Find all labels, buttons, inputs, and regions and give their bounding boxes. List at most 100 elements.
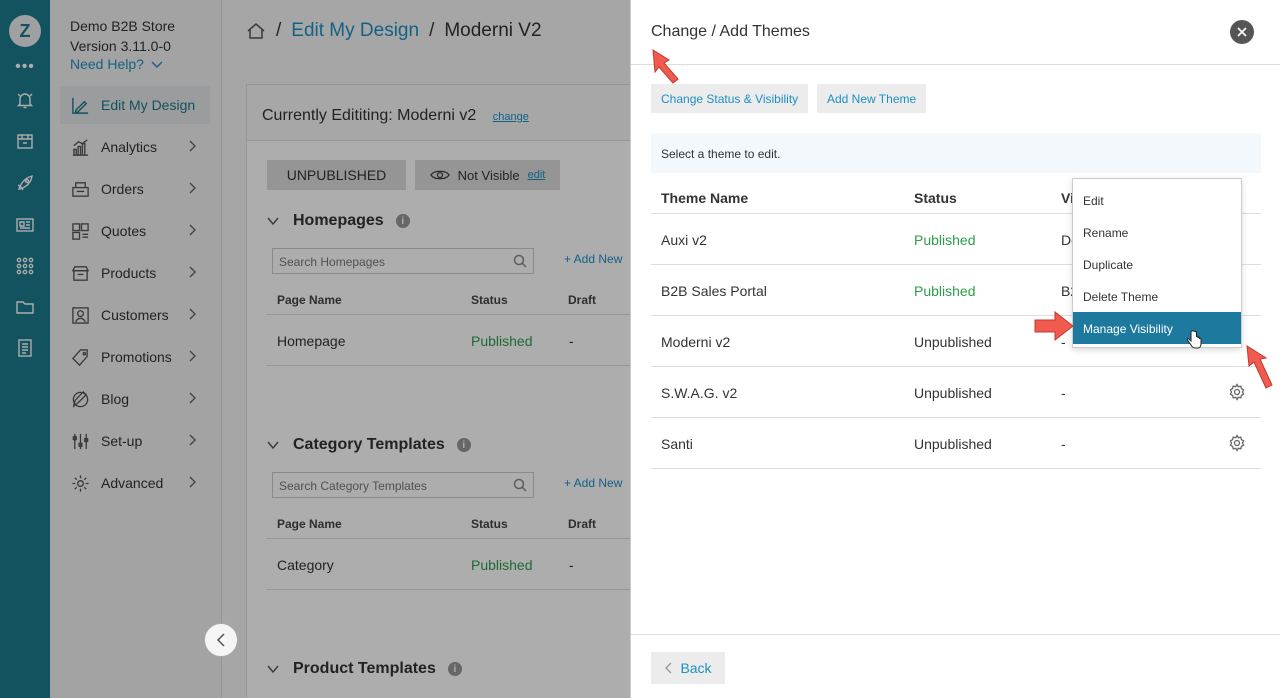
menu-item-edit[interactable]: Edit (1073, 184, 1241, 216)
section-title: Product Templates (293, 660, 436, 677)
orders-icon (70, 179, 90, 199)
add-category-template-link[interactable]: + Add New (564, 476, 622, 490)
status-badge: UNPUBLISHED (267, 160, 406, 190)
menu-item-rename[interactable]: Rename (1073, 216, 1241, 248)
sidebar-item-label: Set-up (101, 433, 143, 449)
select-theme-notice: Select a theme to edit. (651, 133, 1261, 173)
visibility-badge: Not Visible edit (415, 160, 560, 190)
gear-icon[interactable] (1228, 434, 1246, 452)
visibility-label: Not Visible (457, 167, 520, 183)
search-homepages-input[interactable]: Search Homepages (272, 248, 534, 274)
visibility-edit-link[interactable]: edit (528, 169, 546, 181)
sidebar-item-label: Orders (101, 181, 144, 197)
collapse-sidebar-button[interactable] (204, 623, 238, 657)
chevron-down-icon (151, 61, 163, 68)
sidebar-item-orders[interactable]: Orders (60, 170, 210, 208)
theme-context-menu: Edit Rename Duplicate Delete Theme Manag… (1072, 178, 1242, 348)
design-icon (70, 95, 90, 115)
sidebar-item-label: Quotes (101, 223, 147, 239)
panel-title: Change / Add Themes (631, 0, 1280, 65)
sidebar-item-label: Products (101, 265, 157, 281)
bell-icon[interactable] (15, 90, 35, 110)
change-theme-link[interactable]: change (493, 111, 529, 123)
icon-rail: Z ••• (0, 0, 50, 698)
store-icon[interactable] (15, 131, 35, 151)
home-icon[interactable] (246, 22, 266, 40)
sidebar-item-label: Promotions (101, 349, 172, 365)
add-homepage-link[interactable]: + Add New (564, 252, 622, 266)
breadcrumb-edit-my-design[interactable]: Edit My Design (291, 20, 419, 42)
menu-item-duplicate[interactable]: Duplicate (1073, 248, 1241, 280)
info-icon[interactable]: i (447, 662, 462, 676)
customers-icon (70, 305, 90, 325)
sidebar-item-label: Edit My Design (101, 97, 196, 113)
annotation-arrow-icon (1246, 345, 1273, 389)
chevron-right-icon (189, 476, 196, 488)
sidebar-item-advanced[interactable]: Advanced (60, 464, 210, 502)
quotes-icon (70, 221, 90, 241)
table-row[interactable]: Category Published - (267, 538, 667, 590)
apps-grid-icon[interactable] (15, 256, 35, 276)
document-icon[interactable] (15, 338, 35, 358)
menu-item-delete-theme[interactable]: Delete Theme (1073, 280, 1241, 312)
sidebar-item-setup[interactable]: Set-up (60, 422, 210, 460)
promotions-icon (70, 347, 90, 367)
column-status: Status (914, 190, 957, 206)
setup-icon (70, 431, 90, 451)
hand-cursor-icon (1186, 330, 1202, 349)
chevron-left-icon (665, 662, 672, 674)
sidebar-item-promotions[interactable]: Promotions (60, 338, 210, 376)
table-row[interactable]: Homepage Published - (267, 314, 667, 366)
sidebar-item-label: Analytics (101, 139, 158, 155)
annotation-arrow-icon (1034, 310, 1074, 342)
info-icon[interactable]: i (395, 214, 410, 228)
sidebar: Demo B2B Store Version 3.11.0-0 Need Hel… (50, 0, 222, 698)
chevron-right-icon (189, 350, 196, 362)
logo[interactable]: Z (9, 15, 41, 47)
sidebar-item-customers[interactable]: Customers (60, 296, 210, 334)
back-label: Back (680, 660, 712, 676)
more-dots-icon[interactable]: ••• (0, 58, 50, 76)
breadcrumb-current: Moderni V2 (444, 20, 542, 41)
chevron-right-icon (189, 434, 196, 446)
eye-icon (429, 170, 450, 180)
themes-panel: Change / Add Themes Change Status & Visi… (630, 0, 1280, 698)
analytics-icon (70, 137, 90, 157)
need-help-link[interactable]: Need Help? (70, 56, 163, 72)
menu-item-manage-visibility[interactable]: Manage Visibility (1073, 312, 1241, 344)
chevron-right-icon (189, 182, 196, 194)
folder-icon[interactable] (15, 297, 35, 317)
store-name: Demo B2B Store (70, 18, 176, 34)
newspaper-icon[interactable] (15, 215, 35, 235)
search-icon (513, 478, 527, 492)
sidebar-item-blog[interactable]: Blog (60, 380, 210, 418)
chevron-down-icon (267, 441, 279, 450)
theme-editor-card: Currently Edititing: Moderni v2 change U… (246, 84, 667, 698)
table-row[interactable]: Santi Unpublished - (651, 418, 1261, 469)
breadcrumb-separator: / (429, 20, 435, 41)
section-category-templates-header[interactable]: Category Templates i (267, 436, 471, 454)
chevron-right-icon (189, 308, 196, 320)
section-homepages-header[interactable]: Homepages i (267, 212, 410, 230)
sidebar-item-label: Blog (101, 391, 130, 407)
info-icon[interactable]: i (456, 438, 471, 452)
section-product-templates-header[interactable]: Product Templates i (267, 660, 462, 678)
search-category-templates-input[interactable]: Search Category Templates (272, 472, 534, 498)
chevron-left-icon (216, 633, 225, 647)
close-panel-button[interactable] (1230, 20, 1254, 44)
back-button[interactable]: Back (651, 652, 725, 684)
add-new-theme-button[interactable]: Add New Theme (817, 84, 927, 113)
sidebar-item-quotes[interactable]: Quotes (60, 212, 210, 250)
rocket-icon[interactable] (15, 173, 35, 193)
sidebar-item-edit-my-design[interactable]: Edit My Design (60, 86, 210, 124)
editor-heading: Currently Edititing: Moderni v2 change (247, 85, 665, 141)
chevron-right-icon (189, 266, 196, 278)
sidebar-item-label: Customers (101, 307, 169, 323)
breadcrumb: / Edit My Design / Moderni V2 (246, 20, 542, 42)
sidebar-item-products[interactable]: Products (60, 254, 210, 292)
sidebar-item-analytics[interactable]: Analytics (60, 128, 210, 166)
table-row[interactable]: S.W.A.G. v2 Unpublished - (651, 367, 1261, 418)
column-theme-name: Theme Name (661, 190, 749, 206)
need-help-label: Need Help? (70, 56, 144, 72)
products-icon (70, 263, 90, 283)
